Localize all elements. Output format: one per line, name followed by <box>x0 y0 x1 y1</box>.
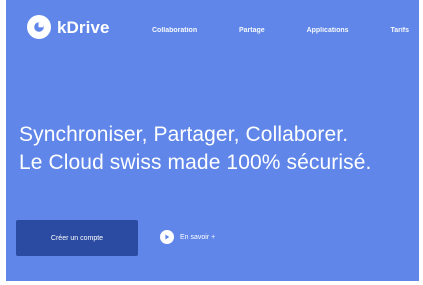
create-account-button[interactable]: Créer un compte <box>16 220 138 256</box>
learn-more-label: En savoir + <box>180 233 216 241</box>
hero-headline: Synchroniser, Partager, Collaborer. Le C… <box>19 121 417 177</box>
hero-section: kDrive Collaboration Partage Application… <box>6 0 419 281</box>
brand-name: kDrive <box>57 17 110 37</box>
nav-item-applications[interactable]: Applications <box>307 27 349 34</box>
learn-more-link[interactable]: En savoir + <box>160 230 215 244</box>
nav-item-tarifs[interactable]: Tarifs <box>390 27 409 34</box>
hero-headline-line-2: Le Cloud swiss made 100% sécurisé. <box>19 151 372 174</box>
page-frame: kDrive Collaboration Partage Application… <box>0 0 423 285</box>
top-navigation: Collaboration Partage Applications Tarif… <box>152 27 409 34</box>
play-icon <box>160 230 174 244</box>
kdrive-logo-icon <box>27 15 51 39</box>
brand-logo[interactable]: kDrive <box>27 15 110 39</box>
hero-headline-line-1: Synchroniser, Partager, Collaborer. <box>19 123 349 146</box>
nav-item-partage[interactable]: Partage <box>239 27 265 34</box>
nav-item-collaboration[interactable]: Collaboration <box>152 27 197 34</box>
